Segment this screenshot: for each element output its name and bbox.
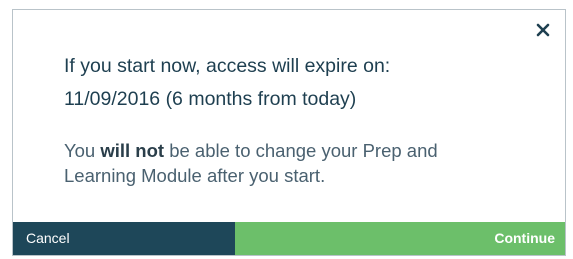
message-suffix: be able to change your Prep and <box>164 140 438 161</box>
dialog-message: You will not be able to change your Prep… <box>64 138 544 188</box>
dialog-footer: Cancel Continue <box>13 222 565 255</box>
cancel-button[interactable]: Cancel <box>13 222 235 255</box>
message-line-1: You will not be able to change your Prep… <box>64 138 544 163</box>
message-line-2: Learning Module after you start. <box>64 165 326 186</box>
expiry-date: 11/09/2016 (6 months from today) <box>64 88 357 110</box>
message-emphasis: will not <box>100 140 165 161</box>
message-prefix: You <box>64 140 101 161</box>
close-icon[interactable] <box>533 20 553 40</box>
continue-button[interactable]: Continue <box>235 222 565 255</box>
dialog-heading: If you start now, access will expire on:… <box>64 50 534 116</box>
expiry-notice: If you start now, access will expire on: <box>64 55 391 77</box>
confirmation-dialog: If you start now, access will expire on:… <box>12 9 566 256</box>
